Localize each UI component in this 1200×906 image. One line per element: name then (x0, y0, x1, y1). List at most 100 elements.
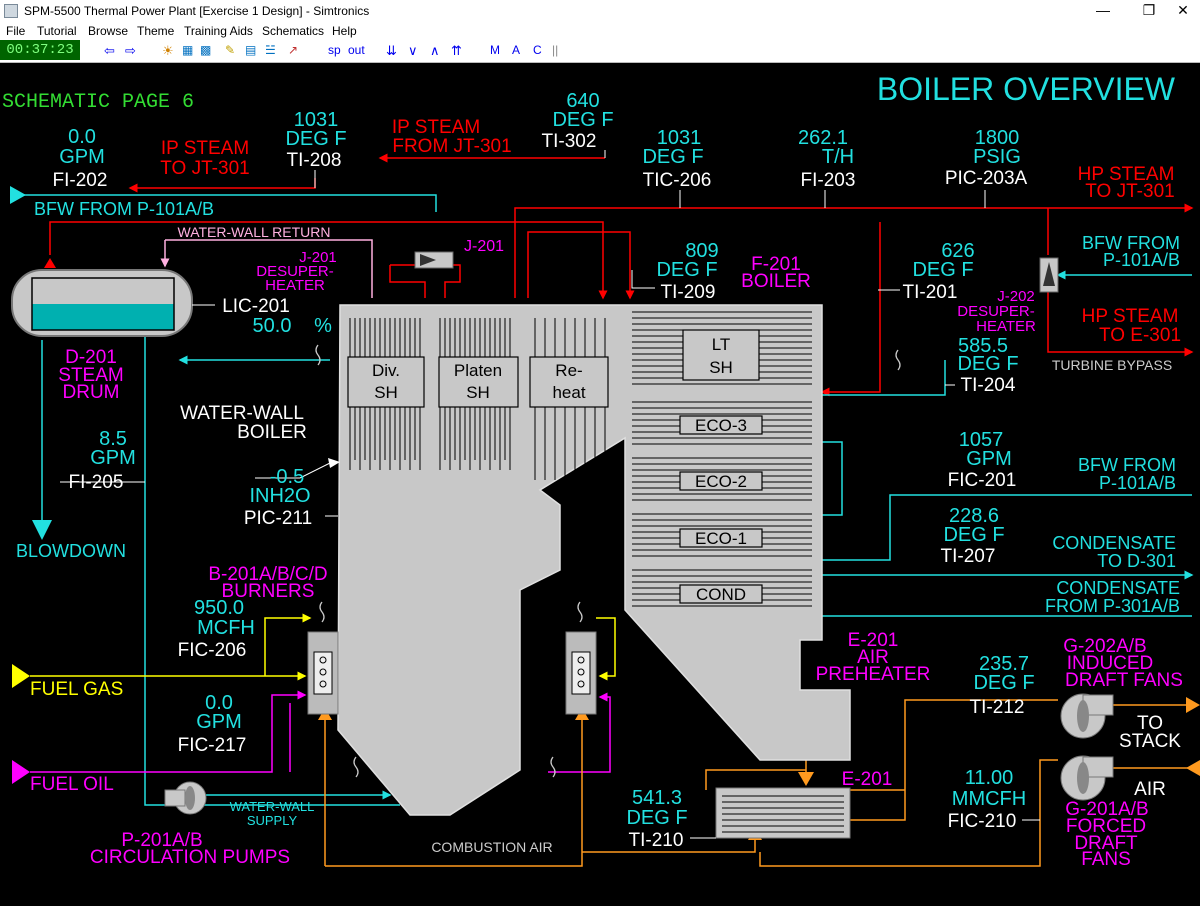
fi202-tag[interactable]: FI-202 (53, 170, 108, 191)
ti212-tag[interactable]: TI-212 (970, 697, 1025, 718)
burners-label-2: BURNERS (222, 581, 315, 602)
circulation-pump[interactable] (164, 781, 207, 815)
fd-fans-label-4: FANS (1081, 849, 1131, 870)
ti210-value: 541.3 (632, 787, 682, 809)
schematic-page-label: SCHEMATIC PAGE 6 (2, 91, 194, 114)
ti204-tag[interactable]: TI-204 (961, 375, 1016, 396)
bfw-r1-label-2: P-101A/B (1103, 250, 1180, 270)
burner-left[interactable] (307, 631, 339, 715)
air-preheater-label-3: PREHEATER (816, 664, 931, 685)
menu-bar: File Tutorial Browse Theme Training Aids… (0, 22, 1200, 40)
steam-drum[interactable] (11, 258, 193, 337)
pic211-tag[interactable]: PIC-211 (244, 508, 312, 529)
ti201-unit: DEG F (912, 259, 973, 281)
lic201-tag[interactable]: LIC-201 (222, 296, 290, 317)
air-preheater-exchanger[interactable] (715, 787, 851, 839)
table-icon[interactable]: ▤ (245, 43, 256, 57)
platen-sh-label-2: SH (466, 383, 490, 402)
pencil-icon[interactable]: ✎ (225, 43, 235, 57)
fic201-tag[interactable]: FIC-201 (948, 470, 1017, 491)
j201-desup-label-3: HEATER (265, 277, 325, 294)
menu-schematics[interactable]: Schematics (262, 24, 324, 38)
forward-arrow-icon[interactable]: ⇨ (125, 43, 136, 59)
ti208-tag[interactable]: TI-208 (287, 150, 342, 171)
sun-icon[interactable]: ☀ (162, 43, 174, 59)
bfw-p101-label: BFW FROM P-101A/B (34, 199, 214, 219)
ti302-tag[interactable]: TI-302 (542, 131, 597, 152)
hp-steam-e-label-2: TO E-301 (1099, 325, 1181, 346)
tree-icon[interactable]: ☱ (265, 43, 276, 57)
ti207-tag[interactable]: TI-207 (941, 546, 996, 567)
double-up-icon[interactable]: ⇈ (451, 43, 462, 59)
menu-browse[interactable]: Browse (88, 24, 128, 38)
menu-training-aids[interactable]: Training Aids (184, 24, 253, 38)
fi202-value: 0.0 (68, 126, 96, 148)
menu-help[interactable]: Help (332, 24, 357, 38)
manual-button[interactable]: M (490, 43, 500, 57)
menu-file[interactable]: File (6, 24, 25, 38)
forced-draft-fan[interactable] (1060, 755, 1114, 801)
up-chevron-icon[interactable]: ∧ (430, 43, 440, 59)
fic210-tag[interactable]: FIC-210 (948, 811, 1017, 832)
setpoint-button[interactable]: sp (328, 43, 341, 57)
ti209-tag[interactable]: TI-209 (661, 282, 716, 303)
eco1-label: ECO-1 (695, 529, 747, 548)
down-chevron-icon[interactable]: ∨ (408, 43, 418, 59)
hp-steam-jt-label-2: TO JT-301 (1085, 181, 1174, 202)
burner-right[interactable] (565, 631, 597, 715)
auto-button[interactable]: A (512, 43, 520, 57)
ti210-unit: DEG F (626, 807, 687, 829)
cond-to-label-1: CONDENSATE (1052, 533, 1176, 553)
fic217-tag[interactable]: FIC-217 (178, 735, 247, 756)
combustion-air-label: COMBUSTION AIR (431, 839, 552, 855)
ip-steam-from-label-2: FROM JT-301 (392, 136, 511, 157)
division-sh-label-1: Div. (372, 361, 400, 380)
ww-supply-label-1: WATER-WALL (230, 799, 315, 814)
induced-draft-fan[interactable] (1060, 693, 1114, 739)
cascade-button[interactable]: C (533, 43, 542, 57)
lt-sh-label-1: LT (712, 335, 731, 354)
minimize-button[interactable]: — (1080, 0, 1126, 22)
fic206-tag[interactable]: FIC-206 (178, 640, 247, 661)
e201-label: E-201 (842, 769, 893, 790)
tic206-tag[interactable]: TIC-206 (643, 170, 712, 191)
double-down-icon[interactable]: ⇊ (386, 43, 397, 59)
ip-steam-from-label-1: IP STEAM (392, 117, 480, 138)
menu-theme[interactable]: Theme (137, 24, 174, 38)
output-button[interactable]: out (348, 43, 365, 57)
trend-icon[interactable]: ↗ (288, 43, 298, 57)
pic211-unit: INH2O (249, 485, 310, 507)
fi203-tag[interactable]: FI-203 (801, 170, 856, 191)
menu-tutorial[interactable]: Tutorial (37, 24, 77, 38)
cond-from-label-1: CONDENSATE (1056, 578, 1180, 598)
j201-desuperheater[interactable] (414, 251, 454, 269)
bar-chart-icon[interactable]: ▩ (200, 43, 211, 57)
back-arrow-icon[interactable]: ⇦ (104, 43, 115, 59)
page-title: BOILER OVERVIEW (877, 71, 1176, 107)
reheat-label-2: heat (552, 383, 585, 402)
lic201-value: 50.0 (253, 315, 292, 337)
waterwall-boiler-label-2: BOILER (237, 422, 307, 443)
ti201-tag[interactable]: TI-201 (903, 282, 958, 303)
eco3-label: ECO-3 (695, 416, 747, 435)
pumps-label-2: CIRCULATION PUMPS (90, 847, 290, 868)
toolbar-separator: || (552, 43, 559, 57)
close-button[interactable]: ✕ (1160, 0, 1200, 22)
bfw-r2-label-1: BFW FROM (1078, 455, 1176, 475)
j202-desuperheater[interactable] (1039, 257, 1059, 293)
fi205-tag[interactable]: FI-205 (69, 472, 124, 493)
lt-sh-label-2: SH (709, 358, 733, 377)
blowdown-arrow-icon (32, 520, 52, 540)
fuel-gas-label: FUEL GAS (30, 679, 123, 700)
grid-icon[interactable]: ▦ (182, 43, 193, 57)
ti212-unit: DEG F (973, 672, 1034, 694)
fic201-unit: GPM (966, 448, 1012, 470)
division-sh-label-2: SH (374, 383, 398, 402)
ti210-tag[interactable]: TI-210 (629, 830, 684, 851)
pic203a-tag[interactable]: PIC-203A (945, 168, 1028, 189)
turbine-bypass-label: TURBINE BYPASS (1052, 357, 1172, 373)
boiler-schematic: SCHEMATIC PAGE 6 BOILER OVERVIEW 0.0 GPM… (2, 71, 1200, 870)
fic210-value: 11.00 (965, 767, 1014, 789)
title-bar: SPM-5500 Thermal Power Plant [Exercise 1… (0, 0, 1200, 22)
j202-label-3: HEATER (976, 318, 1036, 335)
